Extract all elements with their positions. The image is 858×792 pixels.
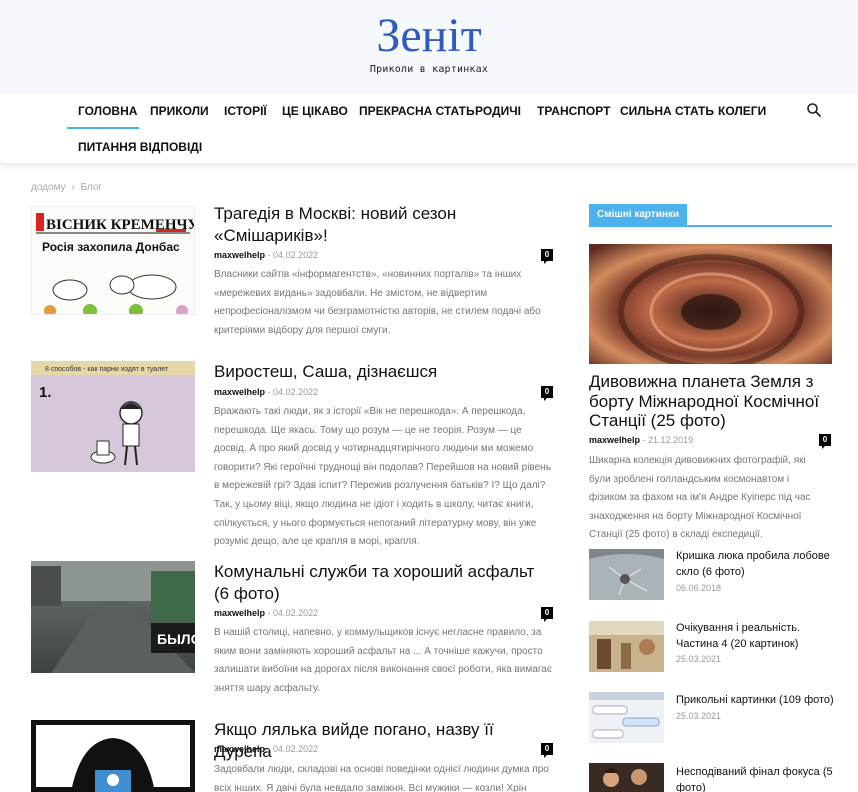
post-author[interactable]: maxwelhelp (214, 387, 265, 397)
magic-trick-photo (589, 763, 664, 792)
featured-post-title[interactable]: Дивовижна планета Земля з борту Міжнарод… (589, 372, 834, 431)
nav-item-stories[interactable]: Історії (224, 104, 267, 118)
broken-windshield-photo (589, 549, 664, 600)
earth-from-space-photo (589, 244, 832, 364)
post-thumbnail[interactable]: БЫЛО (31, 561, 195, 673)
sidebar-item-title[interactable]: Очікування і реальність. Частина 4 (20 к… (676, 621, 836, 652)
breadcrumb-separator: › (71, 182, 75, 193)
comment-count-badge[interactable]: 0 (819, 434, 831, 449)
site-tagline: Приколи в картинках (369, 64, 489, 75)
doll-image (31, 720, 195, 792)
nav-item-transport[interactable]: Транспорт (537, 104, 610, 118)
thumb-number: 1. (39, 384, 52, 401)
sidebar-thumbnail[interactable] (589, 549, 664, 600)
main-nav: Головна Приколи Історії Це цікаво Прекра… (0, 94, 858, 164)
post-author[interactable]: maxwelhelp (214, 250, 265, 260)
nav-item-interesting[interactable]: Це цікаво (282, 104, 348, 118)
post-date: 04.02.2022 (273, 608, 319, 618)
sidebar-thumbnail[interactable] (589, 692, 664, 743)
thumb-headline: ВІСНИК КРЕМЕНЧУКА (46, 217, 195, 233)
featured-post-excerpt: Шикарна колекція дивовижних фотографій, … (589, 455, 811, 541)
sidebar-item-title[interactable]: Несподіваний фінал фокуса (5 фото) (676, 765, 836, 792)
nav-item-relatives[interactable]: Родичі (475, 104, 521, 118)
nav-item-fair-sex[interactable]: Прекрасна стать (359, 104, 475, 118)
featured-post-image[interactable] (589, 244, 832, 364)
post-author[interactable]: maxwelhelp (214, 608, 265, 618)
nav-active-indicator (67, 127, 139, 129)
post-meta: maxwelhelp - 04.02.2022 (214, 608, 318, 618)
nav-item-jokes[interactable]: Приколи (150, 104, 209, 118)
site-logo[interactable]: Зеніт (0, 6, 858, 66)
post-thumbnail[interactable]: 8 способов - как парни ходят в туалет 1. (31, 361, 195, 472)
post-title[interactable]: Якщо лялька вийде погано, назву її Дуреп… (214, 719, 554, 763)
breadcrumb-home[interactable]: додому (31, 182, 66, 193)
post-date: 04.02.2022 (273, 387, 319, 397)
sidebar-item-date: 25.03.2021 (676, 654, 722, 664)
post-title[interactable]: Трагедія в Москві: новий сезон «Смішарик… (214, 203, 554, 247)
post-thumbnail[interactable] (31, 720, 195, 792)
post-date: 04.02.2022 (273, 250, 319, 260)
newspaper-comic-image: ВІСНИК КРЕМЕНЧУКА Росія захопила Донбас (32, 207, 195, 314)
nav-item-qa[interactable]: Питання відповіді (78, 140, 202, 154)
thumb-subheadline: Росія захопила Донбас (42, 240, 180, 254)
thumb-caption: БЫЛО (157, 631, 195, 647)
sidebar-item-date: 06.06.2018 (676, 583, 722, 593)
post-excerpt: Вражають такі люди, як з історії «Вік не… (214, 406, 551, 548)
sidebar-thumbnail[interactable] (589, 621, 664, 672)
post-date: 04.02.2022 (273, 744, 319, 754)
breadcrumb-current: Блог (80, 182, 103, 193)
post-author[interactable]: maxwelhelp (589, 435, 640, 445)
post-thumbnail[interactable]: ВІСНИК КРЕМЕНЧУКА Росія захопила Донбас (31, 206, 195, 315)
site-header: Зеніт Приколи в картинках (0, 0, 858, 94)
chat-screenshot-image (589, 692, 664, 743)
nav-item-home[interactable]: Головна (78, 104, 137, 118)
post-excerpt: В нашій столиці, напевно, у коммульщиков… (214, 627, 552, 694)
comment-count-badge[interactable]: 0 (541, 607, 553, 622)
sidebar-thumbnail[interactable] (589, 763, 664, 792)
post-title[interactable]: Комунальні служби та хороший асфальт (6 … (214, 561, 554, 605)
search-icon[interactable] (806, 102, 822, 118)
nav-item-strong-sex[interactable]: Сильна стать (620, 104, 714, 118)
widget-title: Смішні картинки (589, 204, 688, 225)
nav-item-colleagues[interactable]: Колеги (718, 104, 766, 118)
wet-road-photo: БЫЛО (31, 561, 195, 673)
comment-count-badge[interactable]: 0 (541, 386, 553, 401)
post-meta: maxwelhelp - 04.02.2022 (214, 250, 318, 260)
thumb-caption: 8 способов - как парни ходят в туалет (45, 365, 169, 373)
featured-post-meta: maxwelhelp - 21.12.2019 (589, 435, 693, 445)
post-excerpt: Задовбали люди, складові на основі повед… (214, 764, 549, 792)
post-meta: maxwelhelp - 04.02.2022 (214, 744, 318, 754)
post-meta: maxwelhelp - 04.02.2022 (214, 387, 318, 397)
post-date: 21.12.2019 (648, 435, 694, 445)
comment-count-badge[interactable]: 0 (541, 249, 553, 264)
toilet-comic-image: 8 способов - как парни ходят в туалет 1. (31, 361, 195, 472)
breadcrumb: додому › Блог (31, 182, 102, 193)
post-excerpt: Власники сайтів «інформагентств», «новин… (214, 269, 541, 336)
expectation-reality-photo (589, 621, 664, 672)
post-author[interactable]: maxwelhelp (214, 744, 265, 754)
comment-count-badge[interactable]: 0 (541, 743, 553, 758)
sidebar-item-date: 25.03.2021 (676, 711, 722, 721)
widget-title-underline (589, 225, 832, 227)
post-title[interactable]: Виростеш, Саша, дізнаєшся (214, 361, 554, 383)
sidebar-item-title[interactable]: Кришка люка пробила лобове скло (6 фото) (676, 549, 836, 580)
sidebar-item-title[interactable]: Прикольні картинки (109 фото) (676, 693, 836, 709)
